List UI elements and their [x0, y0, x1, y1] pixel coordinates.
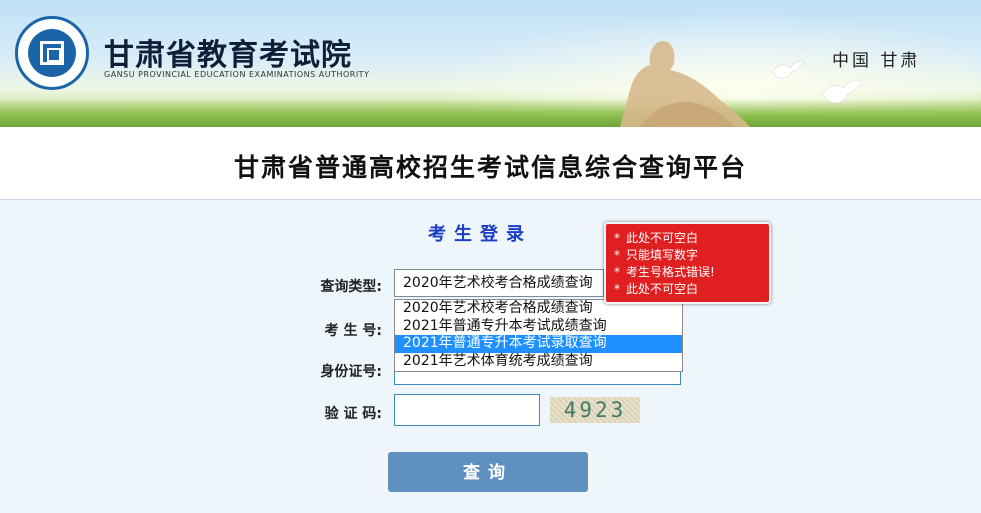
query-type-dropdown[interactable]: 2020年艺术校考合格成绩查询 2021年普通专升本考试成绩查询 2021年普通…: [394, 299, 683, 372]
captcha-label: 验 证 码:: [324, 406, 382, 422]
org-name-cn: 甘肃省教育考试院: [104, 38, 352, 73]
id-number-label: 身份证号:: [320, 364, 382, 380]
error-item: * 此处不可空白: [614, 282, 699, 296]
query-type-select[interactable]: 2020年艺术校考合格成绩查询: [394, 269, 604, 297]
query-type-option[interactable]: 2021年普通专升本考试成绩查询: [395, 318, 682, 336]
validation-error-box: * 此处不可空白 * 只能填写数字 * 考生号格式错误! * 此处不可空白: [604, 222, 771, 304]
error-item: * 只能填写数字: [614, 248, 699, 262]
query-button[interactable]: 查询: [388, 452, 588, 492]
statue-icon: [620, 41, 750, 127]
query-type-label: 查询类型:: [320, 279, 382, 295]
dove-icon: [821, 79, 863, 104]
error-item: * 此处不可空白: [614, 231, 699, 245]
login-title: 考生登录: [428, 224, 532, 245]
exam-number-label: 考 生 号:: [324, 323, 382, 339]
org-name-en: GANSU PROVINCIAL EDUCATION EXAMINATIONS …: [104, 70, 370, 79]
dove-icon: [771, 60, 805, 79]
org-logo-icon: [15, 16, 89, 90]
header-banner: 甘肃省教育考试院 GANSU PROVINCIAL EDUCATION EXAM…: [0, 0, 981, 127]
query-type-option-highlighted[interactable]: 2021年普通专升本考试录取查询: [395, 335, 682, 353]
captcha-input[interactable]: [394, 394, 540, 426]
captcha-image[interactable]: 4923: [550, 397, 640, 423]
query-type-option[interactable]: 2021年艺术体育统考成绩查询: [395, 353, 682, 371]
platform-title: 甘肃省普通高校招生考试信息综合查询平台: [233, 153, 747, 182]
region-label: 中国 甘肃: [832, 51, 921, 71]
error-item: * 考生号格式错误!: [614, 265, 715, 279]
